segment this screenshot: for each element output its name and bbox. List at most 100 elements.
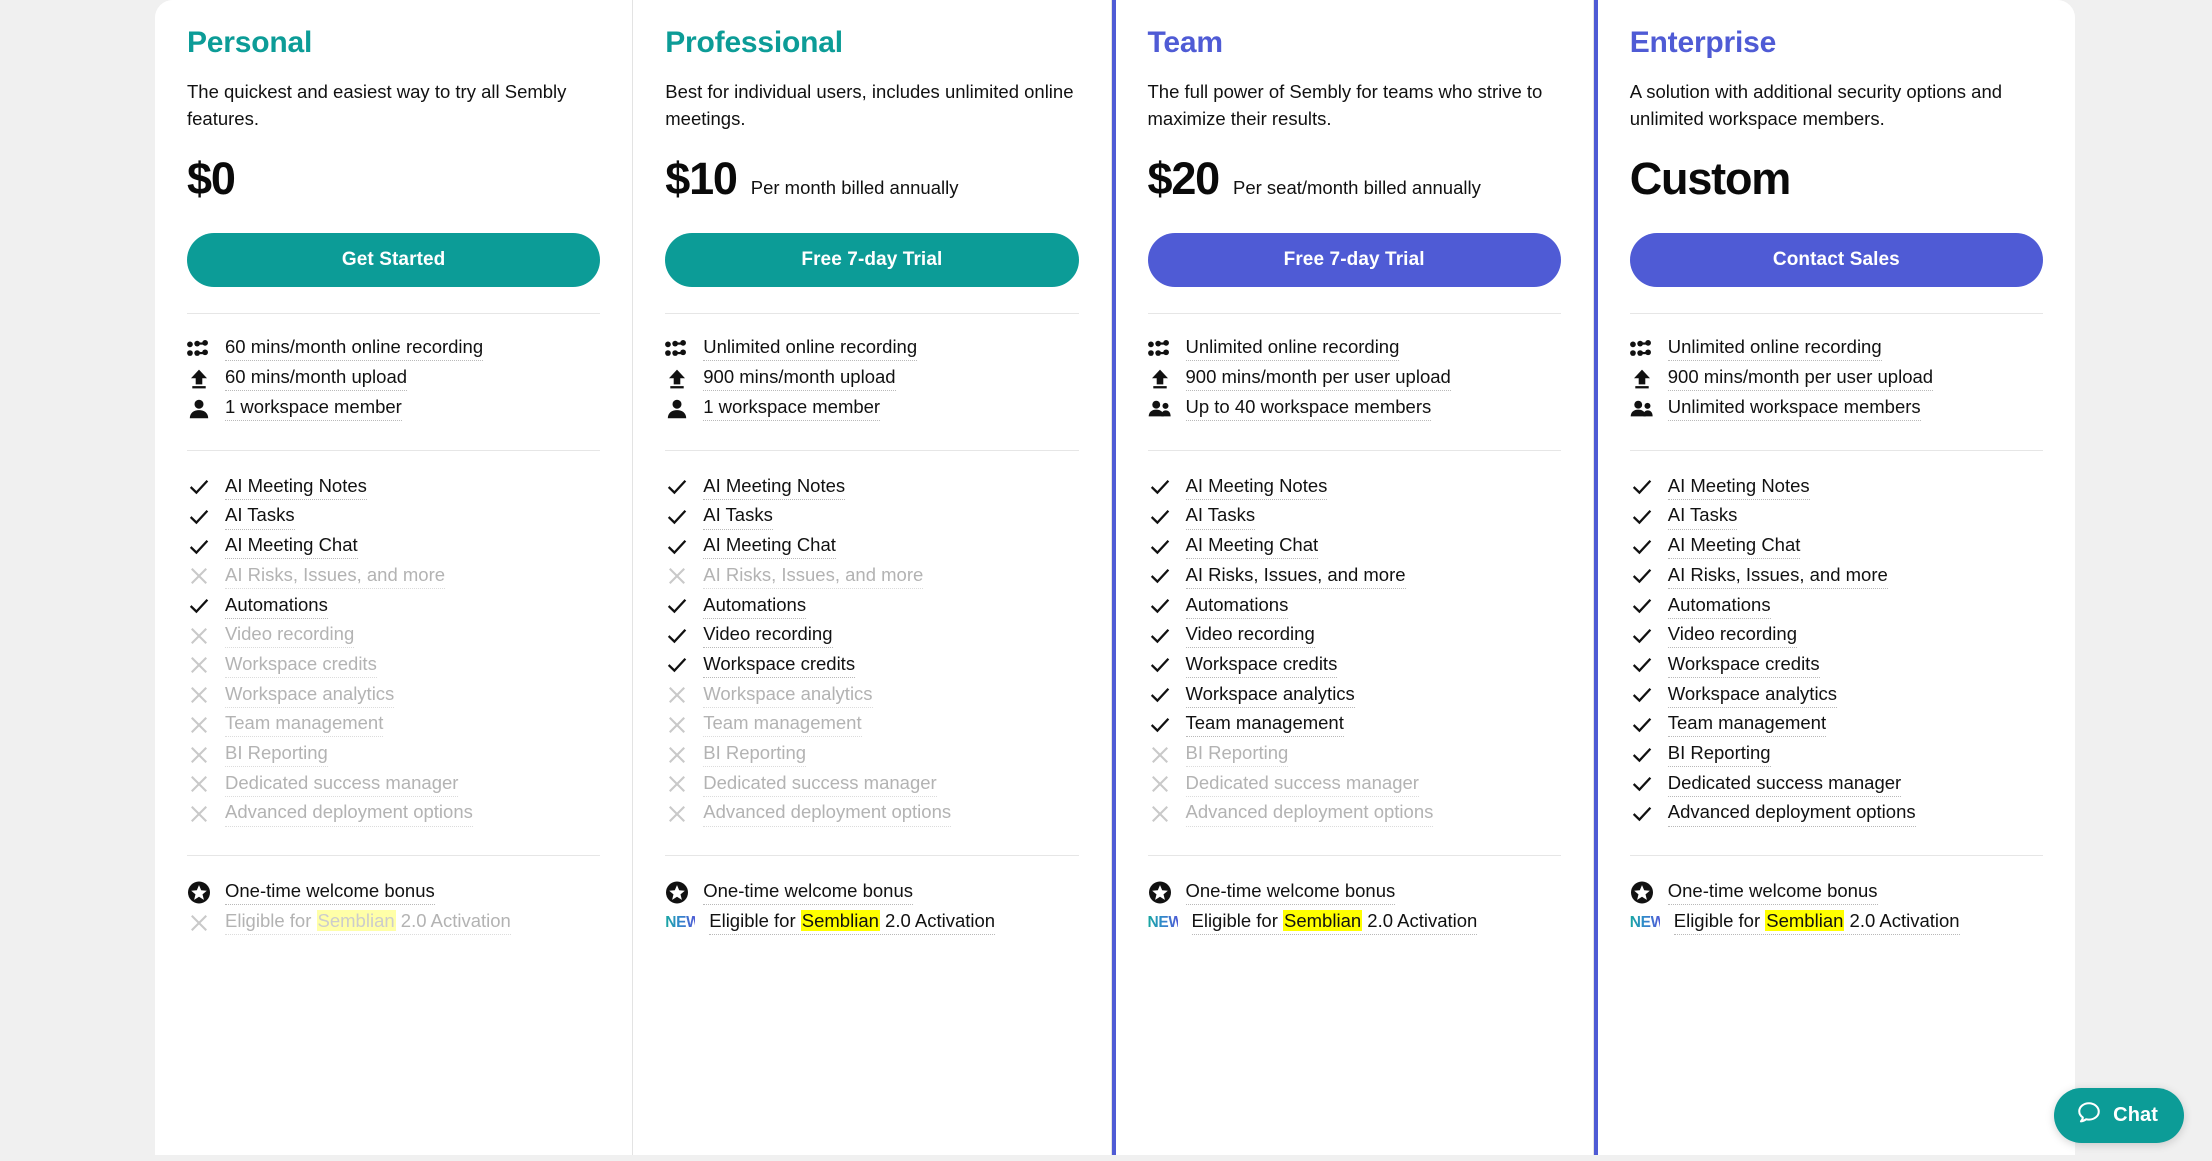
plan-feature-row: Workspace credits bbox=[665, 651, 1078, 681]
x-icon bbox=[665, 683, 689, 707]
plan-feature-row-label: Automations bbox=[703, 594, 807, 619]
plan-feature-row: AI Meeting Notes bbox=[665, 473, 1078, 503]
x-icon bbox=[187, 564, 211, 588]
check-icon bbox=[1630, 564, 1654, 588]
plan-card-professional: Professional Best for individual users, i… bbox=[633, 0, 1112, 1155]
plan-card-inner: Professional Best for individual users, i… bbox=[633, 0, 1110, 1155]
plan-limit-row: 900 mins/month per user upload bbox=[1630, 364, 2043, 394]
plan-feature-row: Dedicated success manager bbox=[1630, 769, 2043, 799]
plan-bonus-list: One-time welcome bonus NEW Eligible for Se… bbox=[1148, 856, 1561, 938]
plan-feature-row: AI Risks, Issues, and more bbox=[1148, 562, 1561, 592]
recording-icon bbox=[665, 337, 689, 361]
plan-limit-row: Unlimited online recording bbox=[1629, 334, 2043, 364]
plan-feature-row: AI Tasks bbox=[1630, 502, 2043, 532]
plan-bonus-row-label: Eligible for Semblian 2.0 Activation bbox=[1191, 910, 1478, 936]
plan-feature-row: AI Tasks bbox=[1148, 502, 1561, 532]
plan-feature-row: Automations bbox=[187, 591, 600, 621]
plan-feature-row-label: AI Meeting Chat bbox=[1667, 534, 1801, 560]
plan-bonus-row: NEW Eligible for Semblian 2.0 Activation bbox=[1630, 908, 2043, 938]
plan-limit-row: Unlimited online recording bbox=[665, 334, 1078, 364]
check-icon bbox=[1630, 594, 1654, 618]
plan-feature-row-label: AI Tasks bbox=[1185, 504, 1256, 530]
plan-cta-button[interactable]: Free 7-day Trial bbox=[1147, 232, 1561, 287]
plan-bonus-row: One-time welcome bonus bbox=[665, 878, 1078, 908]
plan-bonus-row: Eligible for Semblian 2.0 Activation bbox=[187, 908, 600, 938]
plan-feature-row-label: BI Reporting bbox=[225, 742, 328, 768]
plan-feature-row: Workspace analytics bbox=[1148, 680, 1561, 710]
plan-feature-row: Automations bbox=[1630, 591, 2043, 621]
plan-feature-row-label: Video recording bbox=[225, 623, 355, 649]
semblian-highlight: Semblian bbox=[1283, 910, 1363, 932]
check-icon bbox=[1148, 535, 1172, 559]
plan-feature-row: AI Meeting Chat bbox=[1148, 532, 1561, 562]
plan-feature-row: Team management bbox=[187, 710, 600, 740]
plan-limits-list: Unlimited online recording 900 mins/month… bbox=[1147, 314, 1561, 424]
x-icon bbox=[665, 564, 689, 588]
plan-feature-row: Automations bbox=[1148, 591, 1561, 621]
star-icon bbox=[665, 881, 689, 905]
plan-card-personal: Personal The quickest and easiest way to … bbox=[155, 0, 634, 1155]
star-icon bbox=[1148, 881, 1172, 905]
plan-price-row: $20 Per seat/month billed annually bbox=[1148, 156, 1561, 212]
plan-price-amount: $10 bbox=[665, 152, 738, 204]
recording-icon bbox=[1629, 337, 1654, 361]
plan-limits-list: Unlimited online recording 900 mins/month… bbox=[665, 314, 1078, 424]
x-icon bbox=[665, 802, 689, 826]
check-icon bbox=[187, 535, 211, 559]
plan-limit-row: Unlimited online recording bbox=[1147, 334, 1561, 364]
plan-price-row: Custom bbox=[1630, 156, 2043, 212]
plan-price-amount: $0 bbox=[187, 152, 236, 204]
check-icon bbox=[1630, 505, 1654, 529]
plan-bonus-row: One-time welcome bonus bbox=[1630, 878, 2043, 908]
plan-limits-list: 60 mins/month online recording 60 mins/mo… bbox=[187, 314, 600, 424]
plan-feature-row-label: Workspace credits bbox=[703, 653, 856, 679]
plan-limit-row-label: Unlimited online recording bbox=[1667, 336, 1882, 362]
plan-limit-row-label: 60 mins/month upload bbox=[225, 366, 408, 392]
plan-description: The quickest and easiest way to try all … bbox=[187, 80, 567, 129]
plan-feature-row-label: AI Meeting Notes bbox=[225, 475, 367, 500]
plan-feature-row-label: BI Reporting bbox=[1667, 742, 1771, 768]
check-icon bbox=[1148, 683, 1172, 707]
new-badge: NEW bbox=[1147, 913, 1184, 931]
chat-widget-button[interactable]: Chat bbox=[2054, 1088, 2184, 1143]
plan-feature-row: Workspace analytics bbox=[665, 680, 1078, 710]
recording-icon bbox=[187, 337, 211, 361]
plan-limit-row: 60 mins/month online recording bbox=[187, 334, 600, 364]
plan-feature-row-label: Advanced deployment options bbox=[703, 801, 952, 827]
plan-limit-row-label: 900 mins/month per user upload bbox=[1667, 366, 1934, 392]
new-badge: NEW bbox=[665, 913, 701, 931]
plan-cta-button[interactable]: Free 7-day Trial bbox=[665, 232, 1079, 287]
x-icon bbox=[187, 911, 211, 935]
plan-description: A solution with additional security opti… bbox=[1629, 80, 2003, 129]
check-icon bbox=[1148, 475, 1172, 499]
x-icon bbox=[1148, 802, 1172, 826]
plan-limit-row-label: 1 workspace member bbox=[703, 396, 881, 422]
plan-feature-row: Team management bbox=[665, 710, 1078, 740]
x-icon bbox=[665, 772, 689, 796]
plan-feature-row-label: AI Meeting Chat bbox=[1185, 534, 1319, 560]
plan-feature-row: Team management bbox=[1148, 710, 1561, 740]
plan-feature-row-label: Automations bbox=[1667, 594, 1771, 619]
plan-price-row: $10 Per month billed annually bbox=[665, 156, 1078, 212]
plan-feature-row: Dedicated success manager bbox=[665, 769, 1078, 799]
upload-icon bbox=[187, 367, 211, 391]
plan-feature-row-label: Video recording bbox=[703, 623, 833, 649]
plan-bonus-row-label: One-time welcome bonus bbox=[703, 880, 914, 906]
plan-feature-row: BI Reporting bbox=[187, 740, 600, 770]
check-icon bbox=[1630, 653, 1654, 677]
check-icon bbox=[187, 475, 211, 499]
plan-feature-row: AI Risks, Issues, and more bbox=[665, 562, 1078, 592]
plan-feature-row-label: Video recording bbox=[1185, 623, 1315, 649]
plan-cta-button[interactable]: Contact Sales bbox=[1629, 232, 2043, 287]
plan-cta-button[interactable]: Get Started bbox=[187, 232, 601, 287]
plan-feature-row: Video recording bbox=[1148, 621, 1561, 651]
plan-feature-row: Advanced deployment options bbox=[1148, 799, 1561, 829]
plan-card-inner: Team The full power of Sembly for teams w… bbox=[1116, 0, 1593, 1155]
check-icon bbox=[1630, 535, 1654, 559]
plan-card-inner: Enterprise A solution with additional sec… bbox=[1598, 0, 2075, 1155]
plan-bonus-row-label: Eligible for Semblian 2.0 Activation bbox=[225, 910, 511, 936]
plan-bonus-list: One-time welcome bonus NEW Eligible for Se… bbox=[1630, 856, 2043, 938]
plan-feature-row: Video recording bbox=[1630, 621, 2043, 651]
plan-price-amount: Custom bbox=[1629, 152, 1792, 204]
x-icon bbox=[187, 624, 211, 648]
